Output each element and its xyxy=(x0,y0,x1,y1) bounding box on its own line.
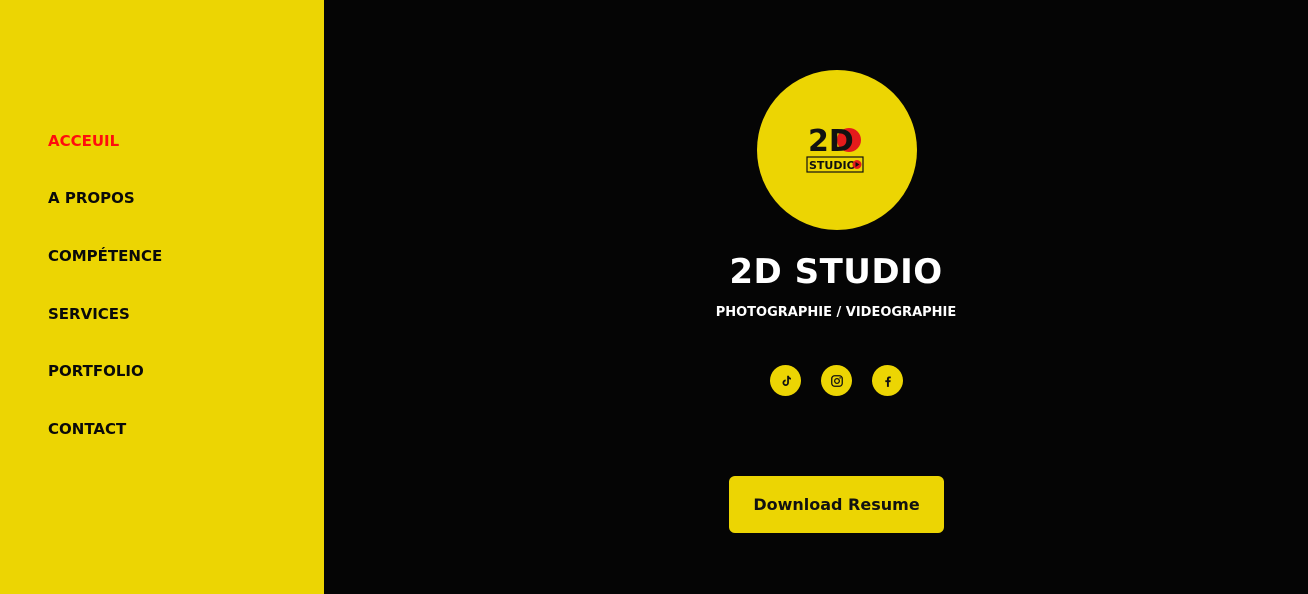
avatar: 2D STUDIO xyxy=(757,70,917,230)
sidebar-item-portfolio[interactable]: PORTFOLIO xyxy=(48,362,144,380)
facebook-icon xyxy=(884,376,891,387)
tiktok-link[interactable] xyxy=(770,365,801,396)
instagram-link[interactable] xyxy=(821,365,852,396)
sidebar: ACCEUIL A PROPOS COMPÉTENCE SERVICES POR… xyxy=(0,0,324,594)
sidebar-item-competence[interactable]: COMPÉTENCE xyxy=(48,247,162,265)
sidebar-item-contact[interactable]: CONTACT xyxy=(48,420,126,438)
logo-mark: 2D xyxy=(808,124,854,159)
sidebar-item-services[interactable]: SERVICES xyxy=(48,305,130,323)
studio-logo: 2D STUDIO xyxy=(806,124,864,173)
page-title: 2D STUDIO xyxy=(729,252,943,292)
sidebar-item-a-propos[interactable]: A PROPOS xyxy=(48,189,135,207)
main-content: 2D STUDIO 2D STUDIO PHOTOGRAPHIE / VIDEO… xyxy=(324,0,1308,594)
tagline: PHOTOGRAPHIE / VIDEOGRAPHIE xyxy=(715,305,957,320)
logo-word: STUDIO xyxy=(809,159,856,172)
facebook-link[interactable] xyxy=(872,365,903,396)
instagram-icon xyxy=(830,374,843,387)
tiktok-icon xyxy=(782,375,791,386)
download-resume-button[interactable]: Download Resume xyxy=(729,476,944,533)
sidebar-item-acceuil[interactable]: ACCEUIL xyxy=(48,132,119,150)
